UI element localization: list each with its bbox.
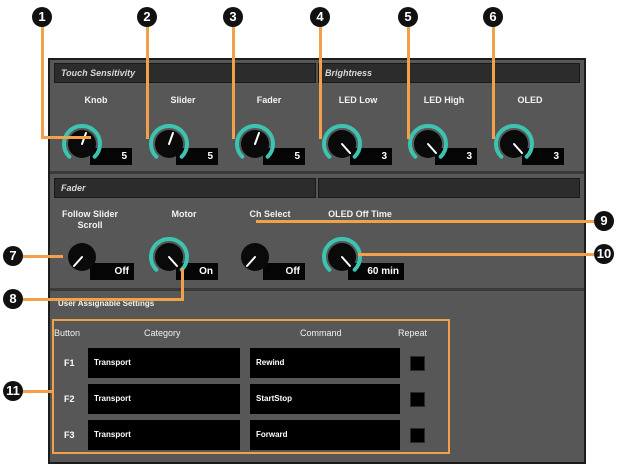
motor-label: Motor xyxy=(171,209,197,219)
callout-line-8 xyxy=(23,298,183,301)
section-divider xyxy=(50,171,584,174)
fader-sensitivity-label: Fader xyxy=(256,95,282,105)
fader-header: Fader xyxy=(54,178,316,198)
oled-off-time-label: OLED Off Time xyxy=(328,209,392,219)
callout-7: 7 xyxy=(3,246,23,266)
oled-label: OLED xyxy=(517,95,543,105)
callout-4: 4 xyxy=(310,7,330,27)
fader-sensitivity-knob[interactable] xyxy=(235,124,275,164)
oled-off-time-knob[interactable] xyxy=(322,237,362,277)
ch-select-label: Ch Select xyxy=(249,209,291,219)
follow-slider-scroll-knob[interactable] xyxy=(62,237,102,277)
callout-line-8-v xyxy=(181,268,184,301)
callout-11: 11 xyxy=(3,381,23,401)
slider-sensitivity-knob[interactable] xyxy=(149,124,189,164)
callout-9: 9 xyxy=(594,211,614,231)
callout-line-1-h xyxy=(41,136,91,139)
follow-slider-scroll-label: Follow Slider Scroll xyxy=(61,209,118,230)
callout-1: 1 xyxy=(32,7,52,27)
callout-line-6 xyxy=(492,27,495,139)
callout-line-7 xyxy=(23,255,63,258)
callout-10: 10 xyxy=(594,244,614,264)
led-high-knob[interactable] xyxy=(408,124,448,164)
slider-label: Slider xyxy=(170,95,196,105)
user-assignable-highlight xyxy=(52,319,450,454)
section-divider xyxy=(50,288,584,291)
ch-select-knob[interactable] xyxy=(235,237,275,277)
touch-sensitivity-header: Touch Sensitivity xyxy=(54,63,316,83)
callout-line-5 xyxy=(407,27,410,139)
knob-sensitivity-knob[interactable] xyxy=(62,124,102,164)
led-low-label: LED Low xyxy=(338,95,378,105)
callout-line-4 xyxy=(319,27,322,139)
callout-line-3 xyxy=(232,27,235,139)
callout-5: 5 xyxy=(398,7,418,27)
callout-6: 6 xyxy=(483,7,503,27)
knob-label: Knob xyxy=(84,95,108,105)
callout-3: 3 xyxy=(223,7,243,27)
callout-line-11 xyxy=(23,390,53,393)
callout-line-10 xyxy=(358,253,594,256)
callout-line-2 xyxy=(146,27,149,139)
led-low-knob[interactable] xyxy=(322,124,362,164)
callout-line-1 xyxy=(41,27,44,139)
callout-8: 8 xyxy=(3,289,23,309)
oled-brightness-knob[interactable] xyxy=(494,124,534,164)
fader-header-right xyxy=(318,178,580,198)
callout-2: 2 xyxy=(137,7,157,27)
brightness-header: Brightness xyxy=(318,63,580,83)
led-high-label: LED High xyxy=(423,95,465,105)
callout-line-9 xyxy=(256,220,594,223)
